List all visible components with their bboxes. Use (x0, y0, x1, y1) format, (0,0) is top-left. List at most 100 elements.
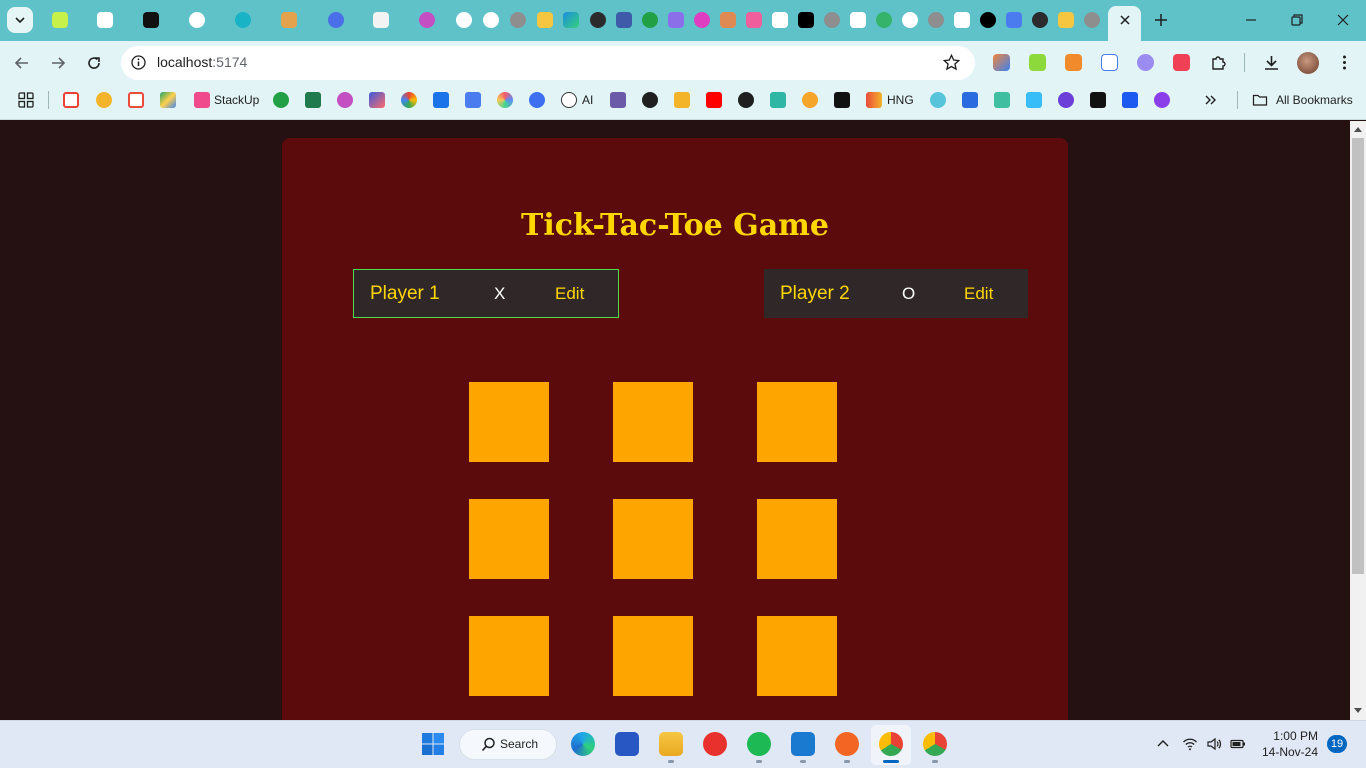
folder-icon[interactable] (1252, 92, 1268, 108)
docs-icon[interactable] (1006, 12, 1022, 28)
board-cell-2-1[interactable] (613, 616, 693, 696)
pencil-icon[interactable] (993, 54, 1010, 71)
profile-avatar[interactable] (1297, 52, 1319, 74)
s-icon[interactable] (1154, 92, 1170, 108)
bolt-icon[interactable] (1090, 92, 1106, 108)
triangle-icon[interactable] (980, 12, 996, 28)
board-cell-1-1[interactable] (613, 499, 693, 579)
bookmark-ai-label[interactable]: AI (582, 92, 593, 108)
fox-icon[interactable] (1065, 54, 1082, 71)
robot-icon[interactable] (610, 92, 626, 108)
leaf-icon[interactable] (1029, 54, 1046, 71)
dma-icon[interactable] (281, 12, 297, 28)
stack-icon[interactable] (674, 92, 690, 108)
board-cell-2-0[interactable] (469, 616, 549, 696)
explorer-icon[interactable] (659, 732, 683, 756)
board-cell-1-0[interactable] (469, 499, 549, 579)
globe-icon[interactable] (1084, 12, 1100, 28)
react-icon[interactable] (419, 12, 435, 28)
board-cell-0-0[interactable] (469, 382, 549, 462)
scroll-down-icon[interactable] (1353, 707, 1363, 715)
battery-icon[interactable] (1230, 736, 1246, 752)
windows-start-icon[interactable] (421, 732, 445, 756)
drive-icon[interactable] (160, 92, 176, 108)
board-cell-0-2[interactable] (757, 382, 837, 462)
chrome-icon[interactable] (879, 732, 903, 756)
clock-date[interactable]: 14-Nov-24 (1260, 745, 1318, 759)
tailwind-icon[interactable] (1026, 92, 1042, 108)
player-2-edit-button[interactable]: Edit (964, 284, 993, 304)
badge-86-icon[interactable] (273, 92, 289, 108)
trend-icon[interactable] (483, 12, 499, 28)
extensions-puzzle-icon[interactable] (1209, 53, 1228, 72)
chrome-profile-icon[interactable] (923, 732, 947, 756)
close-icon[interactable] (1117, 12, 1133, 28)
bookmark-star-icon[interactable] (942, 53, 961, 72)
openai-icon[interactable] (561, 92, 577, 108)
tab-search-button[interactable] (7, 7, 33, 33)
calendar-icon[interactable] (128, 92, 144, 108)
window-close-icon[interactable] (1335, 12, 1351, 28)
github-icon[interactable] (738, 92, 754, 108)
r-icon[interactable] (834, 92, 850, 108)
bulb-icon[interactable] (235, 12, 251, 28)
docs-icon[interactable] (465, 92, 481, 108)
heart-icon[interactable] (962, 92, 978, 108)
youtube-icon[interactable] (706, 92, 722, 108)
notification-badge[interactable]: 19 (1327, 735, 1347, 753)
volume-icon[interactable] (1206, 736, 1222, 752)
chevron-double-right-icon[interactable] (1204, 92, 1218, 108)
board-cell-0-1[interactable] (613, 382, 693, 462)
trend-icon[interactable] (456, 12, 472, 28)
swirl-icon[interactable] (497, 92, 513, 108)
css-icon[interactable] (850, 12, 866, 28)
wave-icon[interactable] (876, 12, 892, 28)
brush-icon[interactable] (720, 12, 736, 28)
globe-icon[interactable] (642, 92, 658, 108)
github-icon[interactable] (590, 12, 606, 28)
more-menu-icon[interactable] (1335, 53, 1354, 72)
bulb-icon[interactable] (1058, 12, 1074, 28)
c-icon[interactable] (529, 92, 545, 108)
back-icon[interactable] (13, 54, 31, 72)
download-icon[interactable] (1262, 53, 1281, 72)
stackup-icon[interactable] (194, 92, 210, 108)
hng-icon[interactable] (866, 92, 882, 108)
webflow-icon[interactable] (305, 92, 321, 108)
x-icon[interactable] (798, 12, 814, 28)
cloud-icon[interactable] (1137, 54, 1154, 71)
pen-icon[interactable] (835, 732, 859, 756)
d-icon[interactable] (994, 92, 1010, 108)
google-icon[interactable] (902, 12, 918, 28)
vscode-icon[interactable] (791, 732, 815, 756)
gmail-icon[interactable] (63, 92, 79, 108)
flag-icon[interactable] (433, 92, 449, 108)
restore-icon[interactable] (1289, 12, 1305, 28)
g-icon[interactable] (802, 92, 818, 108)
wifi-icon[interactable] (1182, 736, 1198, 752)
player-1-edit-button[interactable]: Edit (555, 284, 584, 304)
scroll-up-icon[interactable] (1353, 125, 1363, 133)
address-bar[interactable] (121, 46, 975, 80)
wps-icon[interactable] (703, 732, 727, 756)
link-icon[interactable] (668, 12, 684, 28)
minimize-icon[interactable] (1243, 12, 1259, 28)
url-text[interactable]: localhost:5174 (157, 54, 247, 71)
scrollbar-thumb[interactable] (1352, 138, 1364, 574)
react-icon[interactable] (930, 92, 946, 108)
shield-icon[interactable] (328, 12, 344, 28)
badge-86-icon[interactable] (642, 12, 658, 28)
spotify-icon[interactable] (747, 732, 771, 756)
new-tab-icon[interactable] (1151, 10, 1171, 30)
bookmark-hng-label[interactable]: HNG (887, 92, 914, 108)
github-icon[interactable] (1032, 12, 1048, 28)
gem-icon[interactable] (369, 92, 385, 108)
edge-icon[interactable] (571, 732, 595, 756)
trading-icon[interactable] (52, 12, 68, 28)
notion-icon[interactable] (954, 12, 970, 28)
code-icon[interactable] (616, 12, 632, 28)
apps-icon[interactable] (18, 92, 34, 108)
dot-icon[interactable] (694, 12, 710, 28)
phone-icon[interactable] (1101, 54, 1118, 71)
openai-icon[interactable] (189, 12, 205, 28)
